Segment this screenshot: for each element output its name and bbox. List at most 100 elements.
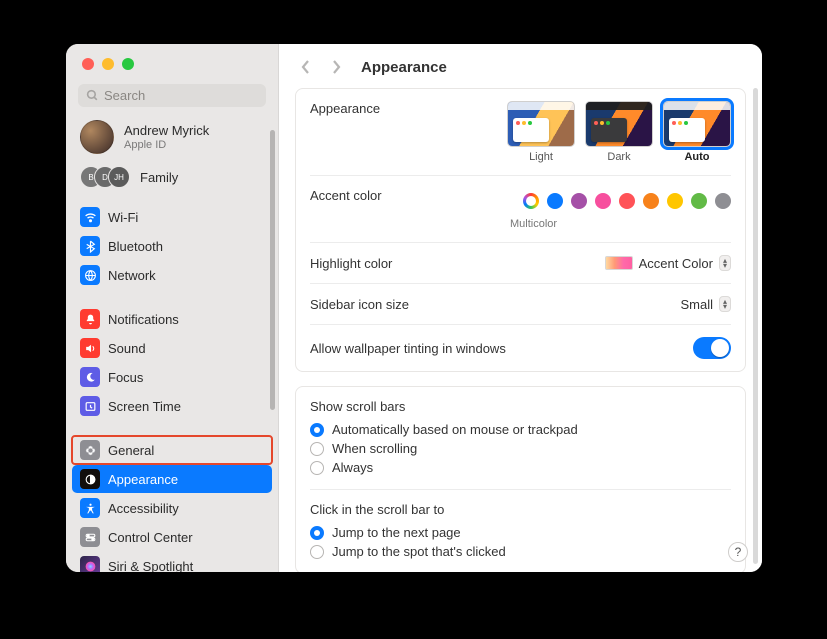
sidebar-item-sound[interactable]: Sound	[72, 334, 272, 362]
accent-swatch[interactable]	[595, 193, 611, 209]
sidebar-item-label: Notifications	[108, 312, 179, 327]
tint-label: Allow wallpaper tinting in windows	[310, 341, 506, 356]
search-icon	[86, 89, 99, 102]
sidebar-item-wi-fi[interactable]: Wi-Fi	[72, 203, 272, 231]
zoom-icon[interactable]	[122, 58, 134, 70]
appearance-label: Appearance	[310, 101, 380, 116]
appearance-option-auto[interactable]: Auto	[663, 101, 731, 163]
radio-option[interactable]: Automatically based on mouse or trackpad	[310, 420, 731, 439]
family-label: Family	[140, 170, 178, 185]
appearance-thumb-icon	[663, 101, 731, 147]
iconsize-label: Sidebar icon size	[310, 297, 409, 312]
forward-button[interactable]	[325, 56, 347, 78]
search-input[interactable]: Search	[78, 84, 266, 107]
appearance-option-label: Light	[529, 151, 553, 163]
sidebar-item-control-center[interactable]: Control Center	[72, 523, 272, 551]
radio-option[interactable]: Always	[310, 458, 731, 477]
search-placeholder: Search	[104, 88, 145, 103]
appearance-card: Appearance Light Dark Auto Accent color Mu…	[295, 88, 746, 372]
radio-label: Jump to the spot that's clicked	[332, 544, 506, 559]
sidebar-item-appleid[interactable]: Andrew Myrick Apple ID	[66, 117, 278, 162]
accessibility-icon	[80, 498, 100, 518]
accent-swatches	[523, 193, 731, 209]
sidebar-item-label: Sound	[108, 341, 146, 356]
bell-icon	[80, 309, 100, 329]
content: Appearance Light Dark Auto Accent color Mu…	[279, 88, 762, 572]
radio-label: Jump to the next page	[332, 525, 461, 540]
radio-icon	[310, 442, 324, 456]
titlebar: Appearance	[279, 44, 762, 88]
sidebar: Search Andrew Myrick Apple ID B D JH Fam…	[66, 44, 279, 572]
sidebar-item-label: Bluetooth	[108, 239, 163, 254]
sidebar-item-accessibility[interactable]: Accessibility	[72, 494, 272, 522]
wifi-icon	[80, 207, 100, 227]
row-appearance: Appearance Light Dark Auto	[310, 89, 731, 176]
scrollbars-title: Show scroll bars	[310, 387, 731, 420]
highlight-select[interactable]: Accent Color ▴▾	[605, 255, 731, 271]
settings-window: Search Andrew Myrick Apple ID B D JH Fam…	[66, 44, 762, 572]
appearance-option-light[interactable]: Light	[507, 101, 575, 163]
page-title: Appearance	[361, 59, 447, 76]
sidebar-item-label: General	[108, 443, 154, 458]
accent-swatch[interactable]	[667, 193, 683, 209]
sidebar-item-focus[interactable]: Focus	[72, 363, 272, 391]
radio-option[interactable]: When scrolling	[310, 439, 731, 458]
row-iconsize: Sidebar icon size Small ▴▾	[310, 284, 731, 325]
accent-swatch[interactable]	[643, 193, 659, 209]
click-title: Click in the scroll bar to	[310, 490, 731, 523]
scrollbar[interactable]	[753, 88, 758, 564]
sidebar-item-network[interactable]: Network	[72, 261, 272, 289]
radio-option[interactable]: Jump to the spot that's clicked	[310, 542, 731, 561]
sidebar-item-label: Screen Time	[108, 399, 181, 414]
appearance-options: Light Dark Auto	[507, 101, 731, 163]
highlight-swatch-icon	[605, 256, 633, 270]
iconsize-select[interactable]: Small ▴▾	[680, 296, 731, 312]
sidebar-item-general[interactable]: General	[72, 436, 272, 464]
back-button[interactable]	[295, 56, 317, 78]
family-avatar: JH	[108, 166, 130, 188]
account-name: Andrew Myrick	[124, 124, 209, 139]
radio-option[interactable]: Jump to the next page	[310, 523, 731, 542]
radio-label: Always	[332, 460, 373, 475]
controlcenter-icon	[80, 527, 100, 547]
radio-icon	[310, 545, 324, 559]
accent-swatch[interactable]	[547, 193, 563, 209]
bluetooth-icon	[80, 236, 100, 256]
click-options: Jump to the next page Jump to the spot th…	[310, 523, 731, 572]
scroll-card: Show scroll bars Automatically based on …	[295, 386, 746, 572]
help-button[interactable]: ?	[728, 542, 748, 562]
scrollbar[interactable]	[270, 130, 275, 410]
focus-icon	[80, 367, 100, 387]
accent-swatch[interactable]	[619, 193, 635, 209]
appearance-option-label: Dark	[607, 151, 630, 163]
avatar	[80, 120, 114, 154]
accent-label: Accent color	[310, 188, 382, 203]
chevron-updown-icon: ▴▾	[719, 296, 731, 312]
minimize-icon[interactable]	[102, 58, 114, 70]
sound-icon	[80, 338, 100, 358]
sidebar-item-label: Siri & Spotlight	[108, 559, 193, 572]
row-highlight: Highlight color Accent Color ▴▾	[310, 243, 731, 284]
appearance-option-dark[interactable]: Dark	[585, 101, 653, 163]
accent-swatch[interactable]	[571, 193, 587, 209]
account-sub: Apple ID	[124, 139, 209, 151]
row-accent: Accent color Multicolor	[310, 176, 731, 242]
window-controls	[66, 44, 278, 70]
tint-toggle[interactable]	[693, 337, 731, 359]
sidebar-item-family[interactable]: B D JH Family	[66, 162, 278, 200]
sidebar-item-label: Accessibility	[108, 501, 179, 516]
sidebar-item-screen-time[interactable]: Screen Time	[72, 392, 272, 420]
close-icon[interactable]	[82, 58, 94, 70]
accent-swatch[interactable]	[691, 193, 707, 209]
accent-swatch[interactable]	[523, 193, 539, 209]
accent-swatch[interactable]	[715, 193, 731, 209]
family-avatars: B D JH	[80, 166, 130, 188]
sidebar-item-siri-spotlight[interactable]: Siri & Spotlight	[72, 552, 272, 572]
sidebar-nav: Wi-Fi Bluetooth Network Notifications Sound F…	[66, 200, 278, 572]
sidebar-item-appearance[interactable]: Appearance	[72, 465, 272, 493]
sidebar-item-notifications[interactable]: Notifications	[72, 305, 272, 333]
main-pane: Appearance Appearance Light Dark Auto Acce…	[279, 44, 762, 572]
sidebar-item-label: Wi-Fi	[108, 210, 138, 225]
sidebar-item-bluetooth[interactable]: Bluetooth	[72, 232, 272, 260]
siri-icon	[80, 556, 100, 572]
